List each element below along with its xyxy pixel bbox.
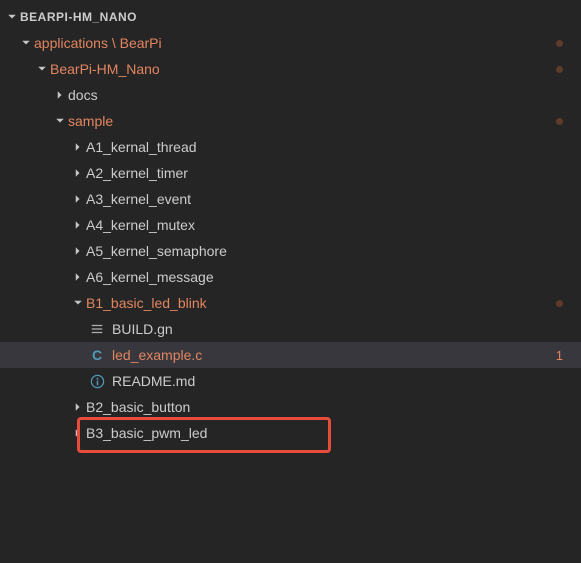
chevron-right-icon (70, 139, 86, 155)
explorer-header[interactable]: BEARPI-HM_NANO (0, 4, 581, 30)
modified-dot-icon (556, 40, 563, 47)
modified-dot-icon (556, 118, 563, 125)
chevron-right-icon (70, 399, 86, 415)
chevron-right-icon (70, 191, 86, 207)
chevron-down-icon (34, 61, 50, 77)
chevron-right-icon (70, 269, 86, 285)
problems-badge: 1 (556, 348, 563, 363)
folder-label: A3_kernel_event (86, 191, 191, 207)
folder-b1[interactable]: B1_basic_led_blink (0, 290, 581, 316)
file-led-example[interactable]: C led_example.c 1 (0, 342, 581, 368)
folder-label: BearPi-HM_Nano (50, 61, 160, 77)
file-label: BUILD.gn (112, 321, 173, 337)
file-label: led_example.c (112, 347, 202, 363)
folder-a4[interactable]: A4_kernel_mutex (0, 212, 581, 238)
chevron-right-icon (70, 217, 86, 233)
chevron-down-icon (70, 295, 86, 311)
folder-sample[interactable]: sample (0, 108, 581, 134)
folder-docs[interactable]: docs (0, 82, 581, 108)
chevron-down-icon (4, 9, 20, 25)
folder-label: sample (68, 113, 113, 129)
folder-label: docs (68, 87, 98, 103)
header-title: BEARPI-HM_NANO (20, 10, 137, 24)
folder-a6[interactable]: A6_kernel_message (0, 264, 581, 290)
folder-label: B3_basic_pwm_led (86, 425, 207, 441)
settings-file-icon (88, 320, 106, 338)
file-explorer-tree: BEARPI-HM_NANO applications \ BearPi Bea… (0, 0, 581, 446)
file-readme[interactable]: README.md (0, 368, 581, 394)
file-build-gn[interactable]: BUILD.gn (0, 316, 581, 342)
folder-label: B1_basic_led_blink (86, 295, 207, 311)
folder-label: A1_kernal_thread (86, 139, 197, 155)
file-label: README.md (112, 373, 195, 389)
folder-label: A6_kernel_message (86, 269, 214, 285)
chevron-down-icon (18, 35, 34, 51)
folder-label: applications \ BearPi (34, 35, 162, 51)
folder-label: B2_basic_button (86, 399, 190, 415)
folder-a3[interactable]: A3_kernel_event (0, 186, 581, 212)
modified-dot-icon (556, 300, 563, 307)
chevron-right-icon (70, 243, 86, 259)
folder-label: A2_kernel_timer (86, 165, 188, 181)
folder-label: A5_kernel_semaphore (86, 243, 227, 259)
folder-a2[interactable]: A2_kernel_timer (0, 160, 581, 186)
folder-bearpi-nano[interactable]: BearPi-HM_Nano (0, 56, 581, 82)
folder-a5[interactable]: A5_kernel_semaphore (0, 238, 581, 264)
chevron-right-icon (52, 87, 68, 103)
folder-a1[interactable]: A1_kernal_thread (0, 134, 581, 160)
folder-b2[interactable]: B2_basic_button (0, 394, 581, 420)
chevron-down-icon (52, 113, 68, 129)
chevron-right-icon (70, 165, 86, 181)
chevron-right-icon (70, 425, 86, 441)
folder-label: A4_kernel_mutex (86, 217, 195, 233)
folder-b3[interactable]: B3_basic_pwm_led (0, 420, 581, 446)
info-file-icon (88, 372, 106, 390)
folder-applications[interactable]: applications \ BearPi (0, 30, 581, 56)
c-file-icon: C (88, 346, 106, 364)
modified-dot-icon (556, 66, 563, 73)
